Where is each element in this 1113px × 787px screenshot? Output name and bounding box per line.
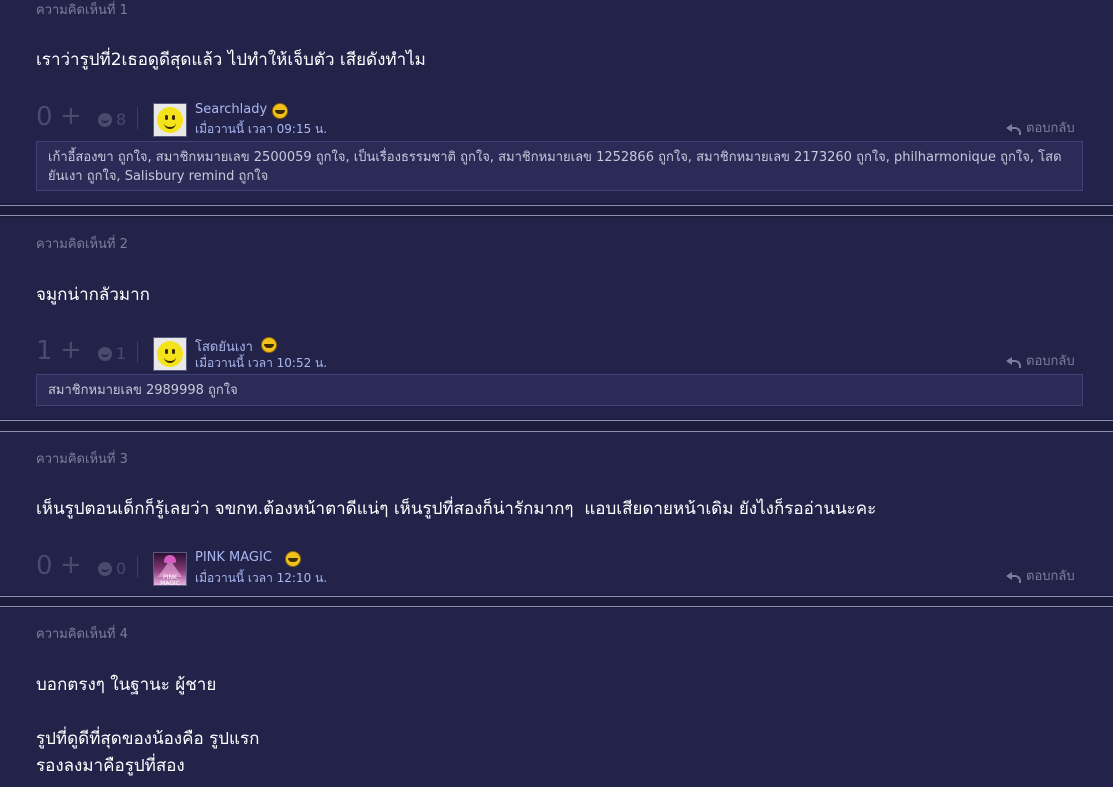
divider xyxy=(0,606,1113,607)
comment-body: เราว่ารูปที่2เธอดูดีสุดแล้ว ไปทำให้เจ็บต… xyxy=(36,46,426,73)
lamp-icon xyxy=(164,555,176,563)
comment-4: ความคิดเห็นที่ 4 บอกตรงๆ ในฐานะ ผู้ชาย ร… xyxy=(0,608,1113,787)
emotion-count: 0 xyxy=(116,559,127,578)
separator xyxy=(137,341,138,363)
comment-number: ความคิดเห็นที่ 4 xyxy=(36,627,128,642)
comment-body: เห็นรูปตอนเด็กก็รู้เลยว่า จขกท.ต้องหน้าต… xyxy=(36,495,876,522)
comment-text: รูปที่ดูดีที่สุดของน้องคือ รูปแรก xyxy=(36,729,260,749)
comment-number: ความคิดเห็นที่ 1 xyxy=(36,3,128,18)
username-link[interactable]: PINK MAGIC xyxy=(195,550,272,565)
reply-label: ตอบกลับ xyxy=(1026,569,1075,584)
vote-score: 0 xyxy=(36,551,53,581)
avatar[interactable] xyxy=(153,103,187,137)
reply-arrow-icon xyxy=(1006,570,1021,583)
emotion-count: 1 xyxy=(116,344,127,363)
divider xyxy=(0,215,1113,216)
comment-body: บอกตรงๆ ในฐานะ ผู้ชาย รูปที่ดูดีที่สุดขอ… xyxy=(36,672,259,780)
comment-text xyxy=(36,699,259,726)
smiley-badge-icon xyxy=(285,551,301,567)
comment-number: ความคิดเห็นที่ 2 xyxy=(36,237,128,252)
vote-score: 1 xyxy=(36,336,53,366)
smiley-badge-icon xyxy=(272,103,288,119)
divider xyxy=(0,596,1113,597)
username-link[interactable]: Searchlady xyxy=(195,102,267,117)
reply-label: ตอบกลับ xyxy=(1026,121,1075,136)
plus-icon[interactable]: + xyxy=(60,335,82,365)
comment-1: ความคิดเห็นที่ 1 เราว่ารูปที่2เธอดูดีสุด… xyxy=(0,0,1113,203)
emotion-button[interactable]: 1 xyxy=(98,344,126,363)
avatar[interactable]: PINK MAGIC xyxy=(153,552,187,586)
comment-text: จมูกน่ากลัวมาก xyxy=(36,285,150,305)
divider xyxy=(0,420,1113,421)
reply-button[interactable]: ตอบกลับ xyxy=(1006,350,1075,371)
smiley-badge-icon xyxy=(261,337,277,353)
reply-label: ตอบกลับ xyxy=(1026,354,1075,369)
comment-text: เราว่ารูปที่2เธอดูดีสุดแล้ว ไปทำให้เจ็บต… xyxy=(36,50,426,70)
reply-arrow-icon xyxy=(1006,355,1021,368)
plus-icon[interactable]: + xyxy=(60,550,82,580)
likes-list: สมาชิกหมายเลข 2989998 ถูกใจ xyxy=(36,374,1083,406)
reply-button[interactable]: ตอบกลับ xyxy=(1006,117,1075,138)
avatar-caption: PINK MAGIC xyxy=(160,574,180,586)
comment-2: ความคิดเห็นที่ 2 จมูกน่ากลัวมาก 1 + 1 โส… xyxy=(0,218,1113,419)
smiley-face-icon xyxy=(157,341,183,367)
emotion-icon xyxy=(98,561,112,576)
timestamp: เมื่อวานนี้ เวลา 12:10 น. xyxy=(195,571,328,585)
emotion-button[interactable]: 0 xyxy=(98,559,126,578)
emotion-button[interactable]: 8 xyxy=(98,110,126,129)
separator xyxy=(137,107,138,129)
comment-number: ความคิดเห็นที่ 3 xyxy=(36,452,128,467)
plus-icon[interactable]: + xyxy=(60,101,82,131)
emotion-icon xyxy=(98,346,112,361)
avatar[interactable] xyxy=(153,337,187,371)
reply-button[interactable]: ตอบกลับ xyxy=(1006,565,1075,586)
reply-arrow-icon xyxy=(1006,122,1021,135)
comment-text: เห็นรูปตอนเด็กก็รู้เลยว่า จขกท.ต้องหน้าต… xyxy=(36,499,877,519)
comment-3: ความคิดเห็นที่ 3 เห็นรูปตอนเด็กก็รู้เลยว… xyxy=(0,432,1113,595)
emotion-count: 8 xyxy=(116,110,127,129)
divider xyxy=(0,205,1113,206)
separator xyxy=(137,556,138,578)
comment-text: บอกตรงๆ ในฐานะ ผู้ชาย xyxy=(36,675,217,695)
smiley-face-icon xyxy=(157,107,183,133)
comment-text: รองลงมาคือรูปที่สอง xyxy=(36,756,185,776)
likes-list: เก้าอี้สองขา ถูกใจ, สมาชิกหมายเลข 250005… xyxy=(36,141,1083,191)
vote-score: 0 xyxy=(36,102,53,132)
timestamp: เมื่อวานนี้ เวลา 09:15 น. xyxy=(195,122,328,136)
emotion-icon xyxy=(98,112,112,127)
timestamp: เมื่อวานนี้ เวลา 10:52 น. xyxy=(195,356,328,370)
comment-body: จมูกน่ากลัวมาก xyxy=(36,281,150,308)
